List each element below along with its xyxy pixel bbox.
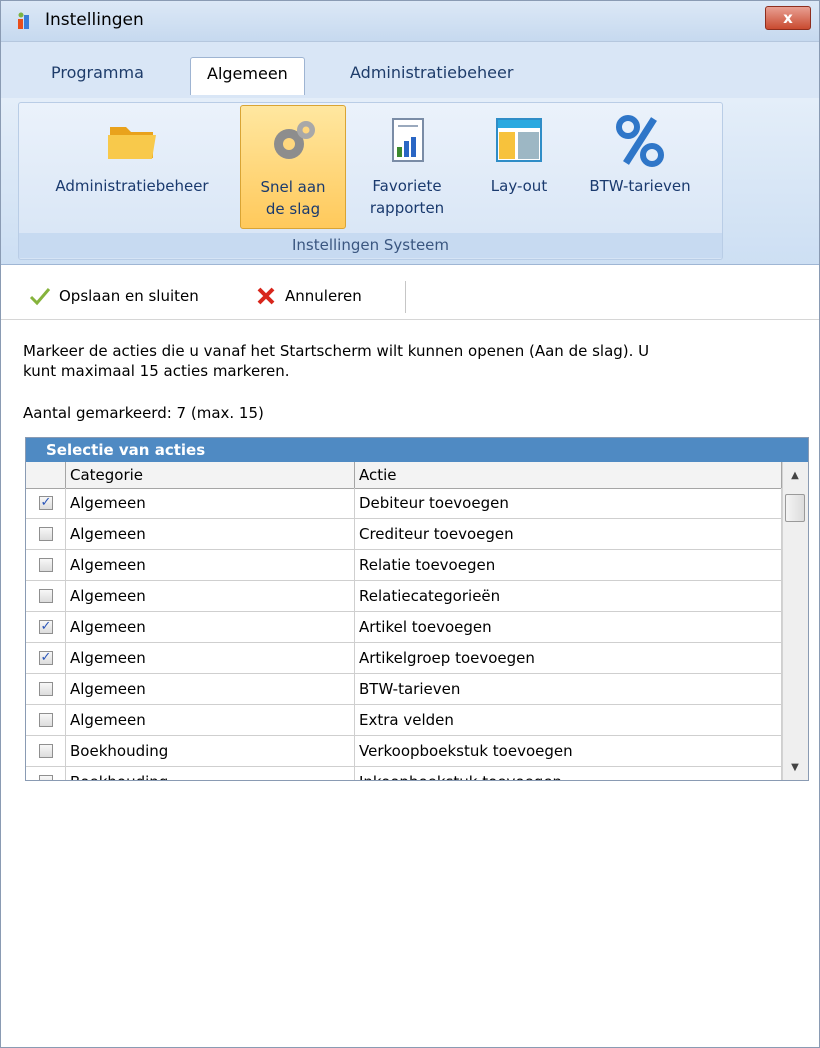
categorie-cell: Algemeen — [66, 705, 355, 736]
categorie-cell: Boekhouding — [66, 736, 355, 767]
vertical-scrollbar[interactable]: ▲ ▼ — [782, 462, 808, 780]
categorie-cell: Algemeen — [66, 550, 355, 581]
checkbox-cell — [26, 519, 66, 550]
ribbon-label: Lay-out — [490, 177, 548, 195]
scroll-up-arrow-icon[interactable]: ▲ — [787, 468, 803, 484]
actie-cell: BTW-tarieven — [355, 674, 782, 705]
ribbon-label: BTW-tarieven — [589, 177, 691, 195]
row-checkbox[interactable] — [39, 527, 53, 541]
checkbox-cell — [26, 705, 66, 736]
ribbon-btw-tarieven-button[interactable]: BTW-tarieven — [573, 105, 707, 229]
red-x-icon — [257, 287, 275, 305]
scroll-down-arrow-icon[interactable]: ▼ — [787, 760, 803, 776]
row-checkbox[interactable] — [39, 775, 53, 780]
checkbox-cell — [26, 736, 66, 767]
table-row[interactable]: ✓ Algemeen Artikel toevoegen — [26, 612, 782, 643]
window-title: Instellingen — [45, 10, 144, 30]
table-row[interactable]: ✓ Algemeen Debiteur toevoegen — [26, 488, 782, 519]
grid-rows: ✓ Algemeen Debiteur toevoegen Algemeen Credi… — [26, 488, 782, 780]
categorie-cell: Algemeen — [66, 612, 355, 643]
table-row[interactable]: Algemeen Crediteur toevoegen — [26, 519, 782, 550]
actie-cell: Inkoopboekstuk toevoegen — [355, 767, 782, 780]
close-button[interactable]: x — [765, 6, 811, 30]
ribbon-snel-aan-de-slag-button[interactable]: Snel aan de slag — [240, 105, 346, 229]
scrollbar-thumb[interactable] — [785, 494, 805, 522]
cancel-label: Annuleren — [285, 287, 362, 305]
column-header-categorie[interactable]: Categorie — [66, 462, 355, 488]
ribbon: Administratiebeheer Snel aan de slag Fav… — [1, 98, 819, 265]
title-bar: Instellingen x — [1, 1, 819, 42]
table-row[interactable]: Algemeen Relatiecategorieën — [26, 581, 782, 612]
ribbon-label: Favoriete rapporten — [369, 177, 445, 217]
row-checkbox[interactable] — [39, 713, 53, 727]
ribbon-group-instellingen-systeem: Administratiebeheer Snel aan de slag Fav… — [18, 102, 723, 260]
grid-title: Selectie van acties — [26, 438, 808, 462]
ribbon-label: Snel aan de slag — [260, 178, 326, 218]
row-checkbox[interactable] — [39, 558, 53, 572]
row-checkbox[interactable] — [39, 682, 53, 696]
categorie-cell: Algemeen — [66, 581, 355, 612]
table-row[interactable]: Algemeen Relatie toevoegen — [26, 550, 782, 581]
description-text: Markeer de acties die u vanaf het Starts… — [23, 342, 650, 380]
table-row[interactable]: ✓ Algemeen Artikelgroep toevoegen — [26, 643, 782, 674]
tab-row: Programma Algemeen Administratiebeheer — [1, 42, 819, 98]
categorie-cell: Algemeen — [66, 488, 355, 519]
ribbon-administratiebeheer-button[interactable]: Administratiebeheer — [35, 105, 229, 229]
row-checkbox[interactable]: ✓ — [39, 620, 53, 634]
gears-icon — [274, 121, 315, 159]
row-checkbox[interactable]: ✓ — [39, 651, 53, 665]
row-checkbox[interactable] — [39, 744, 53, 758]
app-logo-icon — [18, 12, 29, 29]
settings-window: Instellingen x Programma Algemeen Admini… — [0, 0, 820, 1048]
actie-cell: Debiteur toevoegen — [355, 488, 782, 519]
categorie-cell: Boekhouding — [66, 767, 355, 780]
actie-cell: Artikelgroep toevoegen — [355, 643, 782, 674]
ribbon-group-label: Instellingen Systeem — [19, 233, 722, 258]
report-chart-icon — [392, 118, 424, 162]
action-toolbar: Opslaan en sluiten Annuleren — [1, 277, 819, 320]
ribbon-lay-out-button[interactable]: Lay-out — [473, 105, 565, 229]
checkbox-cell — [26, 767, 66, 780]
actie-cell: Verkoopboekstuk toevoegen — [355, 736, 782, 767]
checkbox-cell — [26, 581, 66, 612]
actie-cell: Relatie toevoegen — [355, 550, 782, 581]
actie-cell: Extra velden — [355, 705, 782, 736]
checkbox-column-header — [26, 462, 66, 488]
save-and-close-label: Opslaan en sluiten — [59, 287, 199, 305]
actions-grid: Selectie van acties Categorie Actie ✓ Alg… — [25, 437, 809, 781]
column-header-actie[interactable]: Actie — [355, 462, 782, 488]
table-row[interactable]: Algemeen BTW-tarieven — [26, 674, 782, 705]
ribbon-favoriete-rapporten-button[interactable]: Favoriete rapporten — [353, 105, 461, 229]
ribbon-label: Administratiebeheer — [55, 177, 209, 195]
checkbox-cell — [26, 674, 66, 705]
checkbox-cell: ✓ — [26, 488, 66, 519]
tab-programma[interactable]: Programma — [51, 63, 144, 82]
table-row[interactable]: Algemeen Extra velden — [26, 705, 782, 736]
checkbox-cell — [26, 550, 66, 581]
categorie-cell: Algemeen — [66, 519, 355, 550]
checkmark-icon — [29, 288, 51, 306]
row-checkbox[interactable]: ✓ — [39, 496, 53, 510]
folder-icon — [108, 127, 156, 159]
grid-header: Categorie Actie — [26, 462, 782, 489]
layout-icon — [496, 118, 542, 162]
checkbox-cell: ✓ — [26, 612, 66, 643]
percent-icon — [616, 115, 664, 167]
marked-count-text: Aantal gemarkeerd: 7 (max. 15) — [23, 404, 264, 422]
tab-algemeen[interactable]: Algemeen — [190, 57, 305, 95]
table-row[interactable]: Boekhouding Verkoopboekstuk toevoegen — [26, 736, 782, 767]
toolbar-separator — [405, 281, 406, 313]
categorie-cell: Algemeen — [66, 643, 355, 674]
tab-administratiebeheer[interactable]: Administratiebeheer — [350, 63, 513, 82]
actie-cell: Relatiecategorieën — [355, 581, 782, 612]
actie-cell: Artikel toevoegen — [355, 612, 782, 643]
checkbox-cell: ✓ — [26, 643, 66, 674]
row-checkbox[interactable] — [39, 589, 53, 603]
actie-cell: Crediteur toevoegen — [355, 519, 782, 550]
table-row[interactable]: BoekhoudingInkoopboekstuk toevoegen — [26, 767, 782, 780]
categorie-cell: Algemeen — [66, 674, 355, 705]
